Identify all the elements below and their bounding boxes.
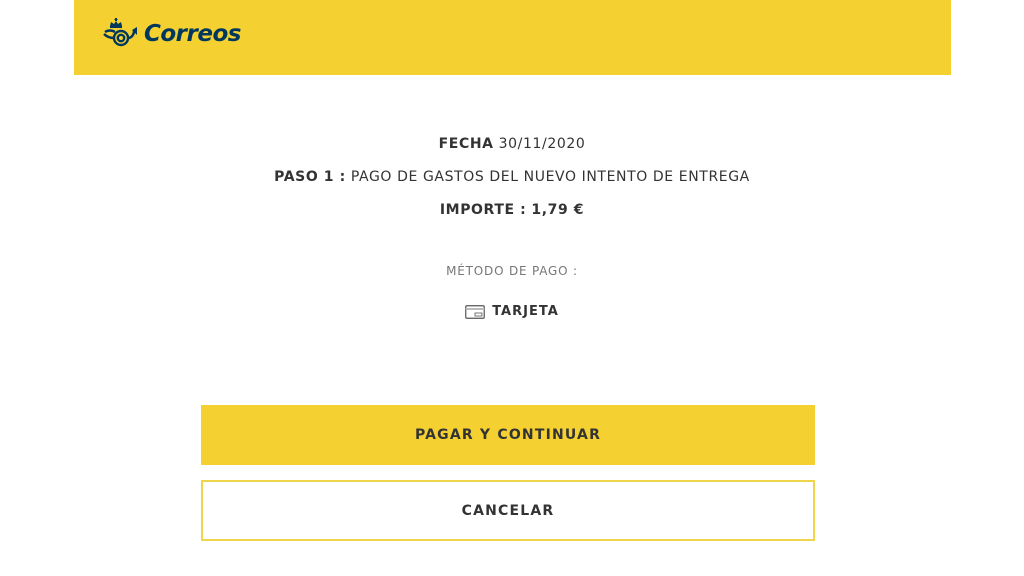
cancel-button[interactable]: CANCELAR (201, 480, 815, 541)
amount-line: IMPORTE : 1,79 € (0, 202, 1024, 218)
date-label: FECHA (438, 136, 494, 152)
payment-method-card[interactable]: TARJETA (0, 304, 1024, 319)
payment-method-label: MÉTODO DE PAGO : (446, 264, 578, 278)
step-line: PASO 1 : PAGO DE GASTOS DEL NUEVO INTENT… (0, 169, 1024, 185)
credit-card-icon (465, 304, 486, 319)
step-label: PASO 1 : (274, 169, 346, 185)
payment-method-value: TARJETA (492, 304, 559, 319)
step-description: PAGO DE GASTOS DEL NUEVO INTENTO DE ENTR… (350, 169, 750, 185)
correos-logo[interactable]: Correos (102, 16, 241, 52)
date-line: FECHA 30/11/2020 (0, 136, 1024, 152)
amount-value: 1,79 € (531, 202, 585, 218)
correos-horn-crown-icon (103, 18, 137, 47)
date-value: 30/11/2020 (498, 136, 586, 152)
cancel-label: CANCELAR (461, 502, 555, 519)
pay-continue-label: PAGAR Y CONTINUAR (414, 427, 602, 443)
amount-label: IMPORTE : (439, 202, 527, 218)
header-bar: Correos (74, 0, 951, 75)
pay-continue-button[interactable]: PAGAR Y CONTINUAR (201, 405, 815, 465)
brand-name: Correos (144, 21, 241, 47)
